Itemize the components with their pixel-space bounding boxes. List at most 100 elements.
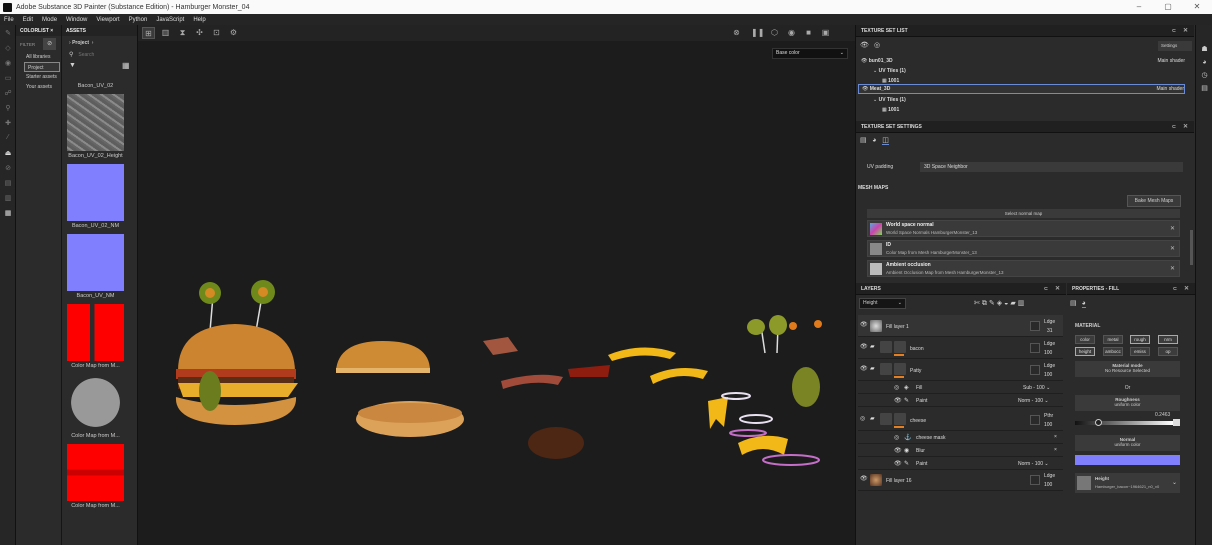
mesh-map-ambient-occlusion[interactable]: Ambient occlusion Ambient Occlusion Map … (867, 260, 1180, 277)
material-mode-box[interactable]: Material mode No Resource Selected (1075, 361, 1180, 377)
close-icon[interactable]: × (1054, 447, 1057, 453)
library-item[interactable]: Your assets (16, 82, 61, 92)
menu-javascript[interactable]: JavaScript (156, 17, 184, 23)
eye-icon[interactable]: 👁 (860, 475, 868, 482)
eye-icon[interactable]: 👁 (860, 365, 868, 372)
menu-mode[interactable]: Mode (42, 17, 57, 23)
delete-icon[interactable]: ▥ (1018, 300, 1027, 307)
add-effect-icon[interactable]: ⧉ (982, 300, 989, 307)
eye-outline-icon[interactable]: ◎ (894, 434, 899, 441)
assets-tab[interactable]: ASSETS (62, 25, 137, 36)
channel-op-toggle[interactable]: op (1158, 347, 1178, 356)
frame-icon[interactable]: ⊡ (210, 27, 223, 39)
chevron-down-icon[interactable]: ⌄ (1172, 479, 1177, 486)
menu-help[interactable]: Help (193, 17, 205, 23)
slider-end-icon[interactable] (1173, 419, 1180, 426)
texture-set-row-selected[interactable]: 👁 Meat_3D Main shader (858, 84, 1185, 94)
eye-icon[interactable]: 👁 (860, 343, 868, 350)
channel-metal-toggle[interactable]: metal (1103, 335, 1123, 344)
library-item-selected[interactable]: Project (24, 62, 60, 72)
library-item[interactable]: All libraries (16, 52, 61, 62)
blend-mode[interactable]: Norm - 100 ⌄ (1018, 461, 1049, 467)
video-icon[interactable]: ■ (802, 27, 815, 39)
opacity-value[interactable]: 100 (1044, 372, 1052, 378)
layer-fill-16[interactable]: 👁 Fill layer 16 Ldge 100 (858, 469, 1063, 491)
opacity-value[interactable]: 100 (1044, 482, 1052, 488)
dock-icon[interactable]: ⊂ (1044, 286, 1048, 292)
history-icon[interactable]: ▥ (0, 190, 16, 205)
eye-outline-icon[interactable]: ◎ (860, 415, 865, 422)
eye-icon[interactable]: 👁 (860, 41, 869, 49)
mask-icon[interactable]: ✄ (974, 300, 982, 307)
projection-icon[interactable]: ◉ (0, 55, 16, 70)
close-icon[interactable]: × (1054, 434, 1057, 440)
texture-set-row[interactable]: 👁 bun01_3D Main shader (858, 56, 1185, 66)
uv-padding-select[interactable]: 3D Space Neighbor (920, 162, 1183, 172)
grid-view-icon[interactable]: ▦ (122, 61, 130, 70)
roughness-box[interactable]: Roughness uniform color (1075, 395, 1180, 411)
layer-folder-patty[interactable]: 👁 ▰ Patty Ldge 100 (858, 359, 1063, 381)
clone-icon[interactable]: ⚲ (0, 100, 16, 115)
material-ball-icon[interactable]: ◕ (872, 137, 876, 144)
library-item[interactable]: Starter assets (16, 72, 61, 82)
channel-nrm-toggle[interactable]: nrm (1158, 335, 1178, 344)
effect-anchor[interactable]: ◎ ⚓ cheese mask × (858, 432, 1063, 444)
eye-outline-icon[interactable]: ◎ (874, 41, 880, 49)
asset-thumbnail[interactable]: Color Map from M... (67, 304, 124, 369)
uv-icon[interactable]: ◫ (882, 137, 889, 145)
eye-icon[interactable]: 👁 (860, 321, 868, 328)
log-icon[interactable]: ▤ (1196, 82, 1212, 95)
effect-fill[interactable]: ◎ ◈ Fill Sub - 100 ⌄ (858, 382, 1063, 394)
blend-mode[interactable]: Sub - 100 ⌄ (1023, 385, 1050, 391)
close-icon[interactable]: ✕ (1184, 285, 1189, 292)
blend-mode[interactable]: Ldge (1044, 473, 1055, 479)
folder-icon[interactable]: ▰ (1010, 300, 1017, 307)
dock-icon[interactable]: ⊂ (1173, 286, 1177, 292)
eye-icon[interactable]: 👁 (862, 86, 868, 92)
search-input[interactable] (78, 50, 134, 59)
paint-brush-icon[interactable]: ✎ (0, 25, 16, 40)
eye-outline-icon[interactable]: ◎ (894, 384, 899, 391)
maximize-button[interactable]: ▢ (1155, 0, 1181, 14)
breadcrumb-project[interactable]: Project (72, 40, 89, 46)
eye-icon[interactable]: 👁 (894, 460, 902, 467)
effect-blur[interactable]: 👁 ◉ Blur × (858, 445, 1063, 457)
settings-icon[interactable]: ⚙ (227, 27, 240, 39)
history-icon[interactable]: ◷ (1196, 69, 1212, 82)
opacity-value[interactable]: 100 (1044, 422, 1052, 428)
select-normal-map-button[interactable]: Select normal map (867, 209, 1180, 218)
screenshot-icon[interactable]: ▣ (819, 27, 832, 39)
render-icon[interactable]: ◉ (785, 27, 798, 39)
blend-mode[interactable]: Norm - 100 ⌄ (1018, 398, 1049, 404)
close-icon[interactable]: ✕ (1170, 245, 1175, 252)
dock-icon[interactable]: ⊂ (1172, 124, 1176, 130)
layer-mask-slot[interactable] (1030, 343, 1040, 353)
display-settings-icon[interactable]: ⊘ (0, 160, 16, 175)
channel-rough-toggle[interactable]: rough (1130, 335, 1150, 344)
settings-scrollbar[interactable] (1190, 230, 1193, 265)
colorlist-tab[interactable]: COLORLIST × (16, 25, 61, 36)
asset-thumbnail[interactable]: Bacon_UV_02_Height (67, 94, 124, 159)
asset-thumbnail[interactable]: Color Map from M... (67, 444, 124, 509)
blend-mode[interactable]: Ldge (1044, 341, 1055, 347)
minimize-button[interactable]: – (1126, 0, 1152, 14)
roughness-slider[interactable] (1075, 421, 1173, 425)
menu-window[interactable]: Window (66, 17, 87, 23)
close-button[interactable]: ✕ (1184, 0, 1210, 14)
eye-icon[interactable]: 👁 (894, 397, 902, 404)
material-ball-icon[interactable]: ◕ (1081, 300, 1086, 308)
filter-icon[interactable]: ⊘ (43, 38, 57, 50)
close-icon[interactable]: ✕ (1055, 285, 1060, 292)
layer-folder-cheese[interactable]: ◎ ▰ cheese Pthr 100 (858, 409, 1063, 431)
symmetry-icon[interactable]: ⧗ (176, 27, 189, 39)
camera-view-icon[interactable]: ⬡ (768, 27, 781, 39)
bake-mesh-maps-button[interactable]: Bake Mesh Maps (1127, 195, 1181, 207)
height-resource[interactable]: Height Hamburger_bacon~1964621_n0_v0 ⌄ (1075, 473, 1180, 493)
blend-mode[interactable]: Pthr (1044, 413, 1053, 419)
roughness-value[interactable]: 0.2463 (1155, 412, 1170, 418)
opacity-value[interactable]: 100 (1044, 350, 1052, 356)
blend-mode[interactable]: Ldge (1044, 363, 1055, 369)
menu-edit[interactable]: Edit (23, 17, 33, 23)
layer-mask-slot[interactable] (1030, 321, 1040, 331)
bake-icon[interactable]: ⏏ (0, 145, 16, 160)
